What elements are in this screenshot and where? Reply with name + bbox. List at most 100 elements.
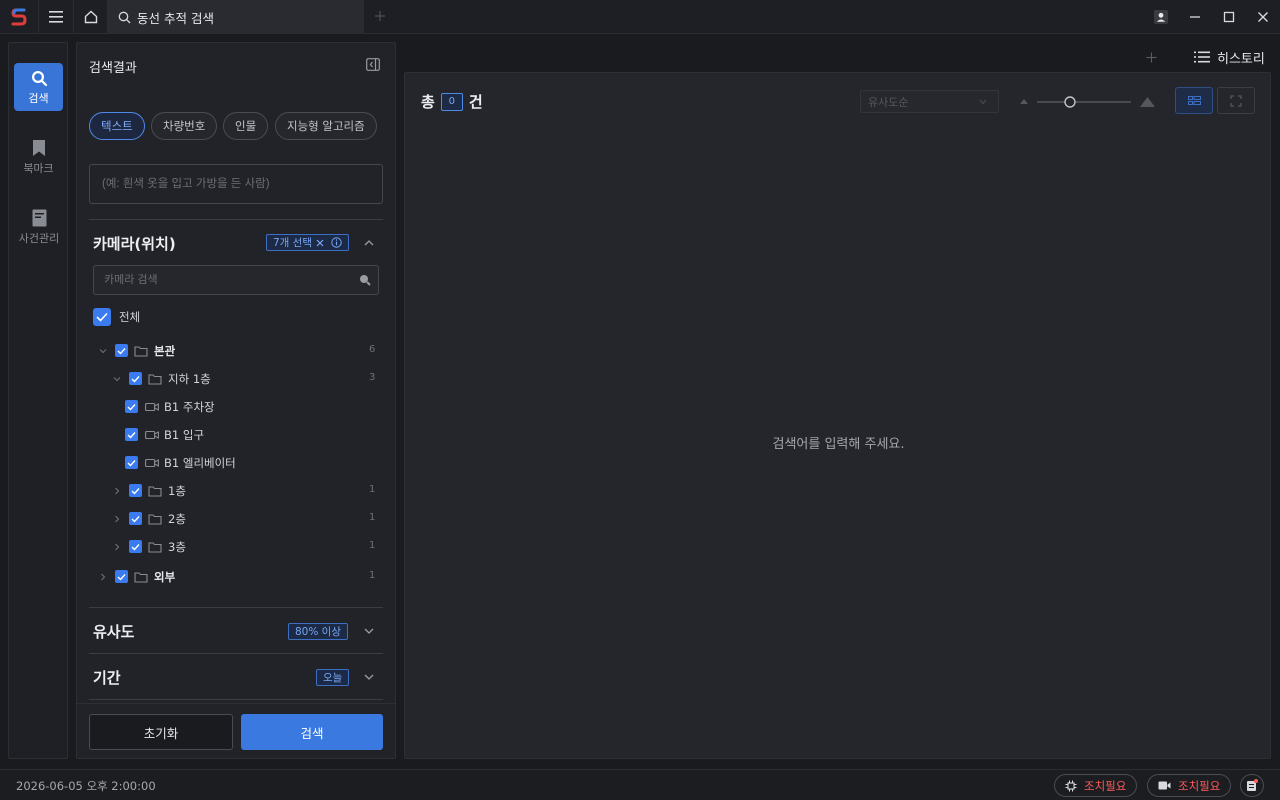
- chip-icon: [1065, 780, 1077, 791]
- maximize-icon: [1223, 11, 1235, 23]
- chip-plate-number[interactable]: 차량번호: [151, 112, 218, 140]
- results-panel: 총 0 건 유사도순 검색어를 입력해 주세요.: [404, 72, 1271, 759]
- divider: [89, 699, 383, 700]
- check-icon: [131, 543, 140, 551]
- divider: [89, 607, 383, 608]
- search-button[interactable]: 검색: [241, 714, 383, 750]
- tree-item-label[interactable]: 2층: [168, 511, 186, 527]
- tree-checkbox[interactable]: [129, 540, 142, 553]
- sidebar-collapse-icon: [366, 58, 380, 71]
- sort-select-value: 유사도순: [868, 95, 909, 109]
- tree-item-count: 1: [369, 540, 376, 551]
- chevron-down-icon: [979, 99, 987, 105]
- divider: [89, 219, 383, 220]
- notification-icon: [1247, 779, 1258, 791]
- tree-item-count: 3: [369, 372, 376, 383]
- nav-label-bookmark: 북마크: [23, 161, 54, 175]
- large-size-icon: [1140, 97, 1155, 107]
- history-label: 히스토리: [1217, 51, 1265, 67]
- plus-icon[interactable]: [1146, 52, 1157, 63]
- chevron-right-icon[interactable]: [113, 487, 121, 495]
- camera-search-input[interactable]: [93, 265, 379, 295]
- alert-button-device[interactable]: 조치필요: [1054, 774, 1138, 797]
- hamburger-icon: [49, 11, 63, 23]
- tree-checkbox[interactable]: [115, 570, 128, 583]
- check-icon: [131, 375, 140, 383]
- tree-item-label[interactable]: 지하 1층: [168, 371, 211, 387]
- close-icon: [1258, 12, 1268, 22]
- chevron-down-icon[interactable]: [113, 375, 121, 383]
- minimize-button[interactable]: [1178, 0, 1212, 34]
- all-checkbox[interactable]: [93, 308, 111, 326]
- plus-icon: [375, 11, 385, 21]
- tree-item-count: 1: [369, 484, 376, 495]
- datetime-display: 2026-06-05 오후 2:00:00: [16, 779, 156, 793]
- nav-item-bookmark[interactable]: 북마크: [14, 133, 63, 181]
- tab-tracking-search[interactable]: 동선 추적 검색: [108, 0, 364, 34]
- search-panel: 검색결과 텍스트 차량번호 인물 지능형 알고리즘 카메라(위치) 7개 선택 …: [76, 42, 396, 759]
- history-button[interactable]: 히스토리: [1194, 46, 1265, 68]
- nav-item-case-management[interactable]: 사건관리: [13, 203, 65, 251]
- tree-item-label[interactable]: B1 엘리베이터: [164, 455, 236, 471]
- camera-selected-badge: 7개 선택: [266, 234, 349, 251]
- tree-checkbox[interactable]: [125, 428, 138, 441]
- chip-intelligent-algorithm[interactable]: 지능형 알고리즘: [275, 112, 377, 140]
- tree-item-count: 6: [369, 344, 376, 355]
- camera-icon: [145, 430, 159, 440]
- tree-checkbox[interactable]: [125, 456, 138, 469]
- chevron-up-icon[interactable]: [363, 237, 375, 249]
- camera-icon: [145, 402, 159, 412]
- grid-view-button[interactable]: [1175, 87, 1213, 114]
- total-suffix: 건: [468, 93, 483, 111]
- chevron-right-icon[interactable]: [113, 515, 121, 523]
- home-icon: [84, 10, 97, 24]
- tree-item-label[interactable]: 1층: [168, 483, 186, 499]
- tree-checkbox[interactable]: [129, 512, 142, 525]
- small-size-icon: [1020, 99, 1028, 104]
- result-count: 0: [440, 92, 463, 111]
- alert-label-device: 조치필요: [1084, 778, 1127, 793]
- new-tab-button[interactable]: [374, 10, 386, 22]
- search-text-input[interactable]: [89, 164, 383, 204]
- fullscreen-button[interactable]: [1217, 87, 1255, 114]
- similarity-badge: 80% 이상: [288, 623, 348, 640]
- nav-item-search[interactable]: 검색: [14, 63, 63, 111]
- check-icon: [127, 459, 136, 467]
- tree-checkbox[interactable]: [129, 372, 142, 385]
- tree-checkbox[interactable]: [129, 484, 142, 497]
- chevron-right-icon[interactable]: [99, 573, 107, 581]
- chip-person[interactable]: 인물: [223, 112, 269, 140]
- home-button[interactable]: [74, 0, 108, 34]
- chevron-down-icon[interactable]: [363, 671, 375, 683]
- tree-item-label[interactable]: B1 주차장: [164, 399, 215, 415]
- tree-item-label[interactable]: 3층: [168, 539, 186, 555]
- chevron-right-icon[interactable]: [113, 543, 121, 551]
- menu-button[interactable]: [39, 0, 74, 34]
- clear-icon[interactable]: [316, 239, 324, 247]
- chevron-down-icon[interactable]: [363, 625, 375, 637]
- grid-view-icon: [1187, 96, 1201, 105]
- slider-thumb: [1064, 96, 1076, 108]
- notification-button[interactable]: [1240, 774, 1264, 797]
- maximize-button[interactable]: [1212, 0, 1246, 34]
- alert-button-camera[interactable]: 조치필요: [1147, 774, 1232, 797]
- thumbnail-size-slider[interactable]: [1019, 93, 1157, 111]
- check-icon: [127, 431, 136, 439]
- search-icon: [360, 275, 371, 286]
- chip-text[interactable]: 텍스트: [89, 112, 145, 140]
- check-icon: [127, 403, 136, 411]
- user-button[interactable]: [1144, 0, 1178, 34]
- collapse-panel-button[interactable]: [366, 58, 380, 71]
- check-icon: [117, 573, 126, 581]
- tree-item-label[interactable]: 본관: [154, 343, 175, 359]
- chevron-down-icon[interactable]: [99, 347, 107, 355]
- info-icon[interactable]: [331, 237, 342, 248]
- tree-checkbox[interactable]: [125, 400, 138, 413]
- reset-button[interactable]: 초기화: [89, 714, 233, 750]
- tree-checkbox[interactable]: [115, 344, 128, 357]
- tree-item-label[interactable]: 외부: [154, 569, 175, 585]
- tree-item-count: 1: [369, 570, 376, 581]
- nav-label-case-management: 사건관리: [18, 231, 60, 245]
- close-button[interactable]: [1246, 0, 1280, 34]
- tree-item-label[interactable]: B1 입구: [164, 427, 204, 443]
